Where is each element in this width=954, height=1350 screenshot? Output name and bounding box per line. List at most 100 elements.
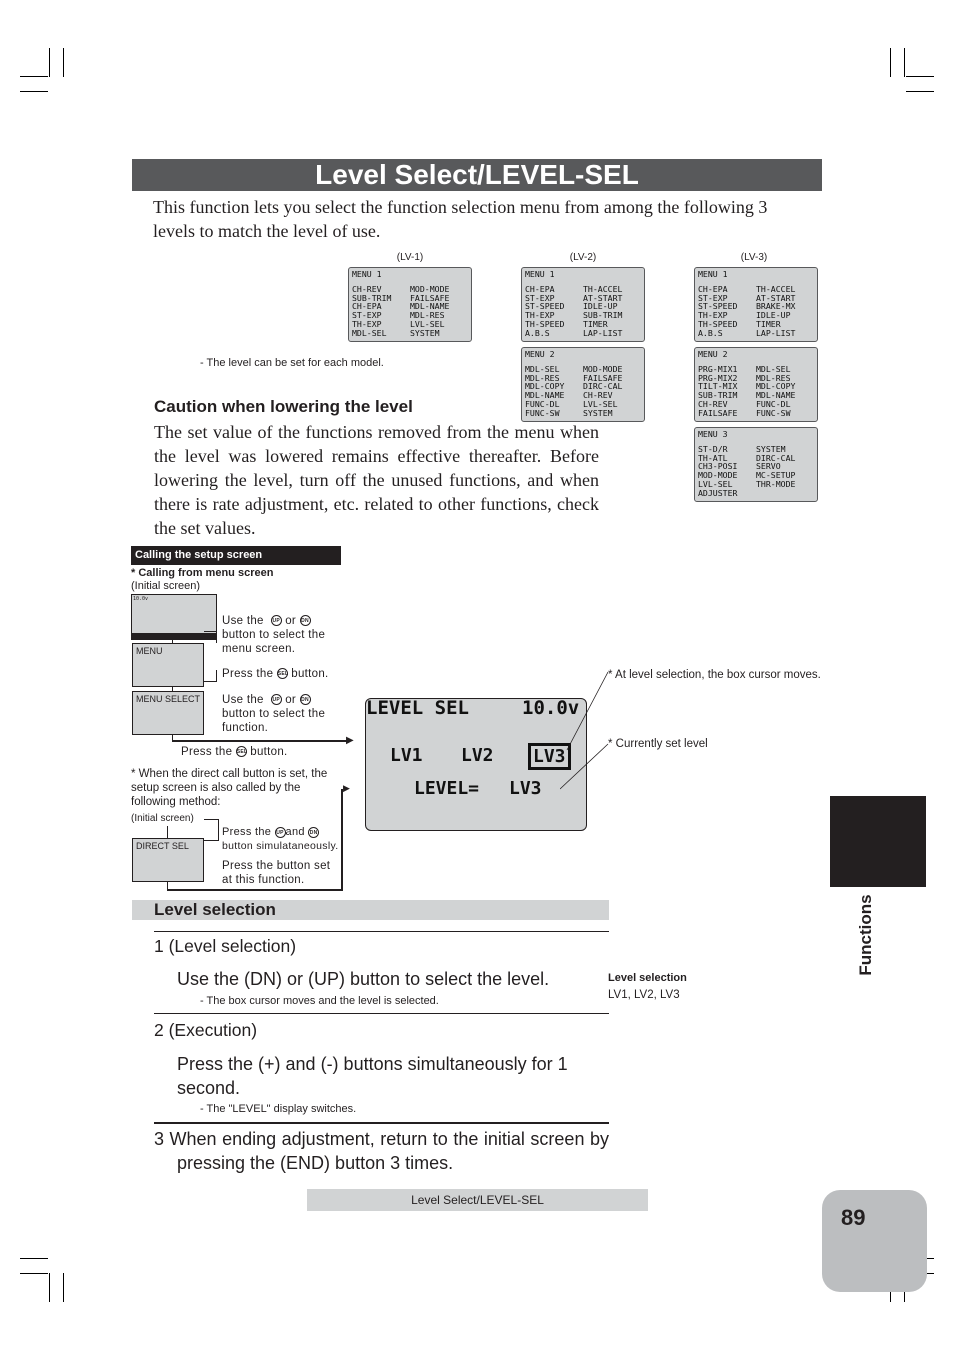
menu-select-label: MENU SELECT (136, 694, 201, 704)
direct-sel-label: DIRECT SEL (136, 841, 189, 851)
sel-button-icon: SEL (235, 746, 247, 758)
crop-mark (49, 1273, 50, 1302)
level-selection-heading: Level selection (132, 900, 609, 920)
direct-call-note: * When the direct call button is set, th… (131, 768, 328, 808)
dn-button-icon: DN (299, 615, 311, 627)
menu-item: A.B.S (525, 327, 550, 338)
menu-screen-3: MENU 3 ST-D/R SYSTEM TH-ATL DIRC-CAL CH3-POSI… (694, 427, 818, 502)
menu-screen-1: MENU 1 CH-EPA TH-ACCEL ST-EXP AT-START ST-SPE… (521, 267, 645, 342)
up-button-icon: UP (270, 615, 282, 627)
text: or (285, 694, 297, 706)
mini-lcd-voltage: 10.0v (133, 596, 149, 602)
menu-item (756, 489, 816, 498)
menu-header: MENU 3 (698, 429, 728, 439)
level-sel-lcd: LEVEL SEL 10.0v LV1 LV2 LV3 LEVEL= LV3 (365, 697, 587, 831)
menu-select-box: MENU SELECT (132, 691, 204, 735)
step1-title: 1 (Level selection) (154, 936, 297, 956)
menu-item: FUNC-SW (525, 407, 560, 418)
crop-mark (20, 1273, 48, 1274)
crop-mark (49, 48, 50, 77)
crop-mark (20, 91, 48, 92)
menu-header: MENU 1 (352, 269, 382, 279)
step3-text: 3 When ending adjustment, return to the … (154, 1129, 609, 1173)
menu-header: MENU 1 (698, 269, 728, 279)
section-tab-block (830, 796, 926, 887)
up-button-icon: UP (270, 694, 282, 706)
note-box-cursor: * At level selection, the box cursor mov… (608, 669, 821, 681)
direct-sel-box: DIRECT SEL (132, 838, 204, 882)
level-note: - The level can be set for each model. (200, 357, 384, 369)
side-level-values: LV1, LV2, LV3 (608, 989, 680, 1001)
initial-screen-label: (Initial screen) (131, 580, 201, 592)
step2-title: 2 (Execution) (154, 1020, 258, 1040)
text: and (285, 826, 305, 838)
step-press-set: Press the button set at this function. (222, 860, 331, 886)
menu-screen-2: MENU 2 MDL-SEL MOD-MODE MDL-RES FAILSAFE MDL-… (521, 347, 645, 422)
lv3-menus: MENU 1 CH-EPA TH-ACCEL ST-EXP AT-START ST-SPE… (694, 267, 818, 507)
from-menu-heading: * Calling from menu screen (131, 567, 274, 579)
lcd-level-label: LEVEL= (414, 778, 480, 799)
text: or (285, 615, 297, 627)
page-number-box (822, 1190, 927, 1292)
text: button to select the menu screen. (222, 629, 326, 655)
lv3-label: (LV-3) (740, 252, 768, 263)
text: button. (291, 668, 329, 680)
text: Press the (181, 746, 233, 758)
initial-screen-label-2: (Initial screen) (131, 813, 194, 824)
dn-button-icon: DN (308, 826, 320, 838)
menu-screen-1: MENU 1 CH-REV MOD-MODE SUB-TRIM FAILSAFE CH-E… (348, 267, 472, 342)
step2-sub: - The "LEVEL" display switches. (200, 1103, 357, 1115)
caution-body: The set value of the functions removed f… (154, 422, 599, 538)
intro-text: This function lets you select the functi… (153, 197, 768, 241)
menu-item: LAP-LIST (583, 327, 623, 338)
step-press-sel-1: Press the SEL button. (222, 667, 352, 681)
crop-mark (904, 48, 905, 77)
arrow-right-icon: ▶ (346, 735, 354, 746)
menu-item: LAP-LIST (756, 327, 796, 338)
menu-item: SYSTEM (410, 327, 440, 338)
menu-screen-1: MENU 1 CH-EPA TH-ACCEL ST-EXP AT-START ST-SPE… (694, 267, 818, 342)
crop-mark (890, 48, 891, 77)
step-select-menu: Use the UP or DN button to select the me… (222, 614, 342, 656)
menu-header: MENU 1 (525, 269, 555, 279)
sel-button-icon: SEL (276, 668, 288, 680)
callout-lines (560, 671, 609, 790)
callout-line-cursor (566, 671, 609, 751)
crop-mark (63, 1273, 64, 1302)
menu-screen-2: MENU 2 PRG-MIX1 MDL-SEL PRG-MIX2 MDL-RES TILT… (694, 347, 818, 422)
side-level-heading: Level selection (608, 972, 687, 984)
mini-initial-lcd: 10.0v (131, 594, 217, 640)
lv1-label: (LV-1) (396, 252, 424, 263)
up-button-icon: UP (274, 826, 286, 838)
text: Use the (222, 615, 264, 627)
crop-mark (20, 76, 48, 77)
crop-mark (20, 1258, 48, 1259)
step-direct-press: Press the UP and DN button simulataneousl… (222, 825, 342, 853)
step-press-sel-2: Press the SEL button. (181, 745, 341, 759)
lcd-level-value: LV3 (509, 778, 542, 799)
text: Press the (222, 668, 274, 680)
caution-heading: Caution when lowering the level (154, 397, 413, 416)
setup-section-bar: Calling the setup screen (131, 546, 341, 565)
menu-box-label: MENU (136, 646, 163, 656)
footer-title: Level Select/LEVEL-SEL (307, 1189, 648, 1211)
dn-button-icon: DN (299, 694, 311, 706)
lv1-menus: MENU 1 CH-REV MOD-MODE SUB-TRIM FAILSAFE CH-E… (348, 267, 472, 347)
lv2-menus: MENU 1 CH-EPA TH-ACCEL ST-EXP AT-START ST-SPE… (521, 267, 645, 427)
menu-header: MENU 2 (525, 349, 555, 359)
lcd-title: LEVEL SEL (366, 697, 469, 719)
step1-text: Use the (DN) or (UP) button to select th… (177, 969, 550, 989)
crop-mark (906, 76, 934, 77)
menu-item: FUNC-SW (756, 407, 791, 418)
menu-item: SYSTEM (583, 407, 613, 418)
text: button to select the function. (222, 708, 326, 734)
step-select-function: Use the UP or DN button to select the fu… (222, 693, 342, 735)
crop-mark (63, 48, 64, 77)
side-tab-functions: Functions (856, 894, 875, 976)
lcd-option-lv1[interactable]: LV1 (390, 745, 423, 766)
crop-mark (906, 91, 934, 92)
text: button simulataneously. (222, 840, 339, 852)
arrow-right-icon: ▶ (343, 783, 350, 793)
lcd-option-lv2[interactable]: LV2 (461, 745, 494, 766)
menu-item: FAILSAFE (698, 407, 738, 418)
